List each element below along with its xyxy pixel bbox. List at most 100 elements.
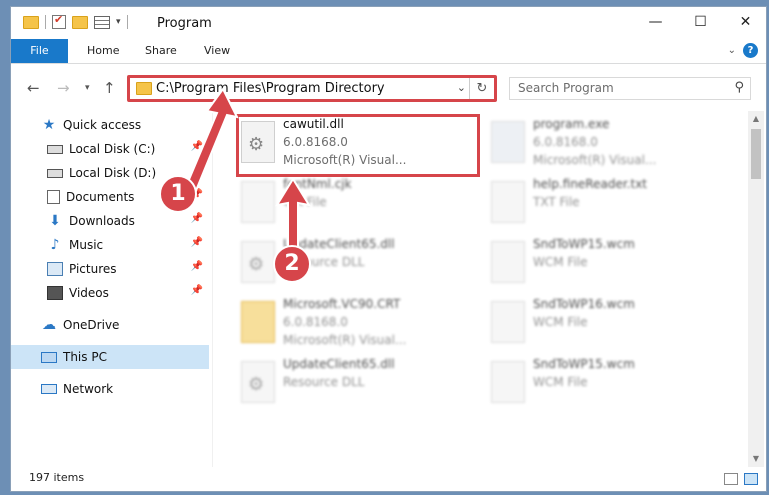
title-bar: ▾ Program — ☐ ✕ [11, 7, 766, 39]
sidebar-item-label: Downloads [69, 214, 135, 228]
sidebar-item-music[interactable]: ♪ Music 📌 [11, 233, 209, 257]
pin-icon: 📌 [190, 261, 203, 272]
file-name: SndToWP15.wcm [533, 357, 635, 371]
file-item[interactable]: ⚙ UpdateClient65.dll Resource DLL [235, 353, 475, 409]
list-icon[interactable] [94, 15, 110, 29]
file-item[interactable]: program.exe 6.0.8168.0 Microsoft(R) Visu… [485, 113, 725, 169]
drive-icon [47, 168, 63, 178]
file-icon [491, 301, 525, 343]
folder-icon [136, 82, 152, 95]
tab-share[interactable]: Share [145, 39, 177, 63]
videos-icon [47, 286, 63, 300]
properties-check-icon[interactable] [52, 13, 66, 29]
folder-icon [23, 15, 39, 29]
scroll-thumb[interactable] [751, 129, 761, 179]
tab-view[interactable]: View [204, 39, 230, 63]
refresh-icon[interactable]: ↻ [469, 78, 494, 99]
maximize-button[interactable]: ☐ [678, 7, 723, 37]
file-version: 6.0.8168.0 [283, 315, 348, 329]
documents-icon [47, 190, 60, 204]
customize-toolbar-icon[interactable]: ▾ [116, 17, 121, 27]
file-type: Resource DLL [283, 375, 365, 389]
gear-icon: ⚙ [248, 374, 265, 395]
file-type: WCM File [533, 315, 588, 329]
gear-icon: ⚙ [248, 254, 265, 275]
sidebar-item-onedrive[interactable]: ☁ OneDrive [11, 313, 209, 337]
network-icon [41, 384, 57, 394]
file-item[interactable]: SndToWP15.wcm WCM File [485, 233, 725, 289]
large-icons-view-icon[interactable] [744, 473, 758, 485]
exe-file-icon [491, 121, 525, 163]
drive-icon [47, 144, 63, 154]
sidebar-item-label: This PC [63, 350, 107, 364]
toolbar-separator [126, 15, 128, 29]
file-description: Microsoft(R) Visual... [283, 333, 407, 347]
close-button[interactable]: ✕ [723, 7, 766, 37]
pin-icon: 📌 [190, 213, 203, 224]
status-bar: 197 items [11, 467, 766, 491]
folder-icon [241, 301, 275, 343]
new-folder-icon[interactable] [72, 15, 88, 29]
recent-locations-icon[interactable]: ▾ [85, 83, 90, 93]
file-icon [491, 181, 525, 223]
file-icon [241, 181, 275, 223]
file-name: UpdateClient65.dll [283, 357, 395, 371]
sidebar-item-label: Pictures [69, 262, 117, 276]
back-arrow-icon[interactable]: ← [27, 79, 40, 97]
sidebar-item-label: OneDrive [63, 318, 120, 332]
callout-badge-one: 1 [159, 175, 197, 213]
minimize-button[interactable]: — [633, 7, 678, 37]
file-name: SndToWP16.wcm [533, 297, 635, 311]
search-placeholder: Search Program [518, 81, 614, 95]
music-icon: ♪ [50, 237, 60, 253]
quick-access-toolbar: ▾ [23, 13, 128, 29]
file-type: WCM File [533, 255, 588, 269]
expand-ribbon-icon[interactable]: ⌄ [728, 45, 736, 56]
sidebar-item-pictures[interactable]: Pictures 📌 [11, 257, 209, 281]
sidebar-item-network[interactable]: Network [11, 377, 209, 401]
file-description: Microsoft(R) Visual... [533, 153, 657, 167]
selected-file-highlight [236, 114, 480, 177]
file-name: Microsoft.VC90.CRT [283, 297, 401, 311]
file-type: WCM File [533, 375, 588, 389]
pin-icon: 📌 [190, 285, 203, 296]
computer-icon [41, 351, 57, 363]
file-name: program.exe [533, 117, 610, 131]
explorer-window: ▾ Program — ☐ ✕ File Home Share View ⌄ ?… [10, 6, 767, 492]
item-count: 197 items [29, 471, 85, 484]
search-input[interactable]: Search Program ⚲ [509, 77, 751, 100]
forward-arrow-icon[interactable]: → [57, 79, 70, 97]
up-arrow-icon[interactable]: ↑ [103, 79, 116, 97]
scroll-down-icon[interactable]: ▼ [748, 451, 764, 467]
file-name: help.fineReader.txt [533, 177, 647, 191]
file-item[interactable]: help.fineReader.txt TXT File [485, 173, 725, 229]
ribbon-tabs: File Home Share View ⌄ ? [11, 39, 766, 64]
dll-file-icon: ⚙ [241, 241, 275, 283]
window-title: Program [157, 16, 212, 31]
toolbar-separator [45, 15, 46, 29]
sidebar-item-videos[interactable]: Videos 📌 [11, 281, 209, 305]
pictures-icon [47, 262, 63, 276]
tab-file[interactable]: File [11, 39, 68, 63]
search-icon[interactable]: ⚲ [734, 80, 744, 95]
dll-file-icon: ⚙ [241, 361, 275, 403]
file-item[interactable]: fontNml.cjk CJK File [235, 173, 475, 229]
file-item[interactable]: SndToWP15.wcm WCM File [485, 353, 725, 409]
sidebar-item-label: Local Disk (D:) [69, 166, 157, 180]
file-item[interactable]: Microsoft.VC90.CRT 6.0.8168.0 Microsoft(… [235, 293, 475, 349]
address-dropdown-icon[interactable]: ⌄ [457, 81, 466, 94]
pin-icon: 📌 [190, 237, 203, 248]
help-icon[interactable]: ? [743, 43, 758, 58]
file-icon [491, 361, 525, 403]
tab-home[interactable]: Home [87, 39, 119, 63]
sidebar-item-label: Music [69, 238, 104, 252]
file-name: SndToWP15.wcm [533, 237, 635, 251]
details-view-icon[interactable] [724, 473, 738, 485]
scroll-up-icon[interactable]: ▲ [748, 111, 764, 127]
file-item[interactable]: ⚙ UpdateClient65.dll Resource DLL [235, 233, 475, 289]
sidebar-item-this-pc[interactable]: This PC [11, 345, 209, 369]
sidebar-item-label: Local Disk (C:) [69, 142, 156, 156]
file-item[interactable]: SndToWP16.wcm WCM File [485, 293, 725, 349]
download-icon: ⬇ [49, 213, 61, 229]
vertical-scrollbar[interactable]: ▲ ▼ [748, 111, 764, 467]
